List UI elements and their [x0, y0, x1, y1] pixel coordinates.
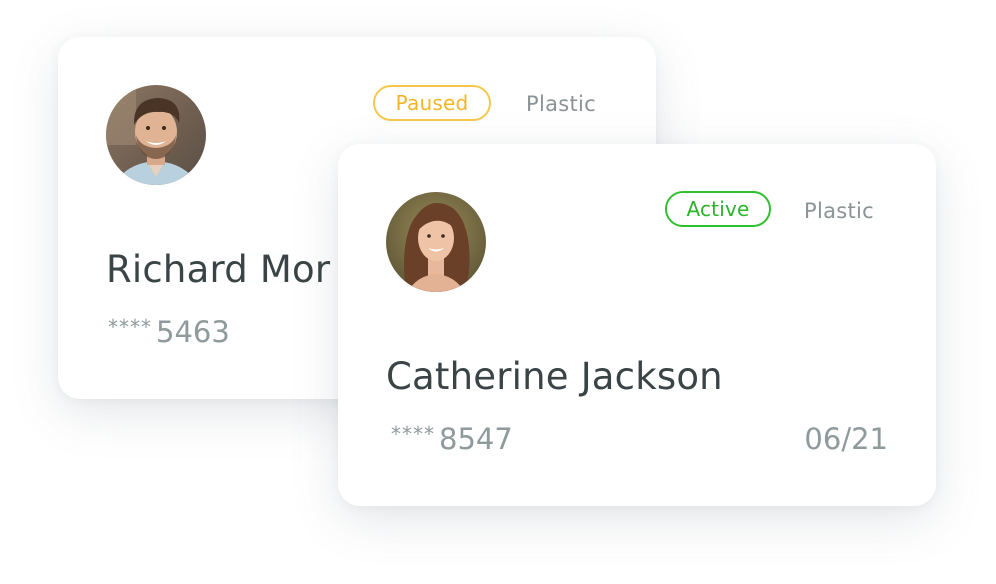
- card-catherine[interactable]: Active Plastic Catherine Jackson **** 854…: [338, 144, 936, 506]
- card-number-last4: 8547: [439, 422, 513, 456]
- avatar-richard: [106, 85, 206, 185]
- card-type-label: Plastic: [804, 199, 875, 223]
- avatar-catherine: [386, 192, 486, 292]
- status-badge-active: Active: [665, 191, 771, 227]
- card-holder-name: Catherine Jackson: [386, 355, 723, 398]
- card-number: **** 5463: [108, 315, 230, 349]
- card-number-last4: 5463: [156, 315, 230, 349]
- card-expiry-date: 06/21: [804, 422, 888, 456]
- card-number: **** 8547: [391, 422, 513, 456]
- card-holder-name: Richard Mor: [106, 248, 331, 291]
- card-type-label: Plastic: [526, 92, 597, 116]
- card-number-mask: ****: [108, 315, 152, 339]
- status-badge-paused: Paused: [373, 85, 491, 121]
- card-number-mask: ****: [391, 422, 435, 446]
